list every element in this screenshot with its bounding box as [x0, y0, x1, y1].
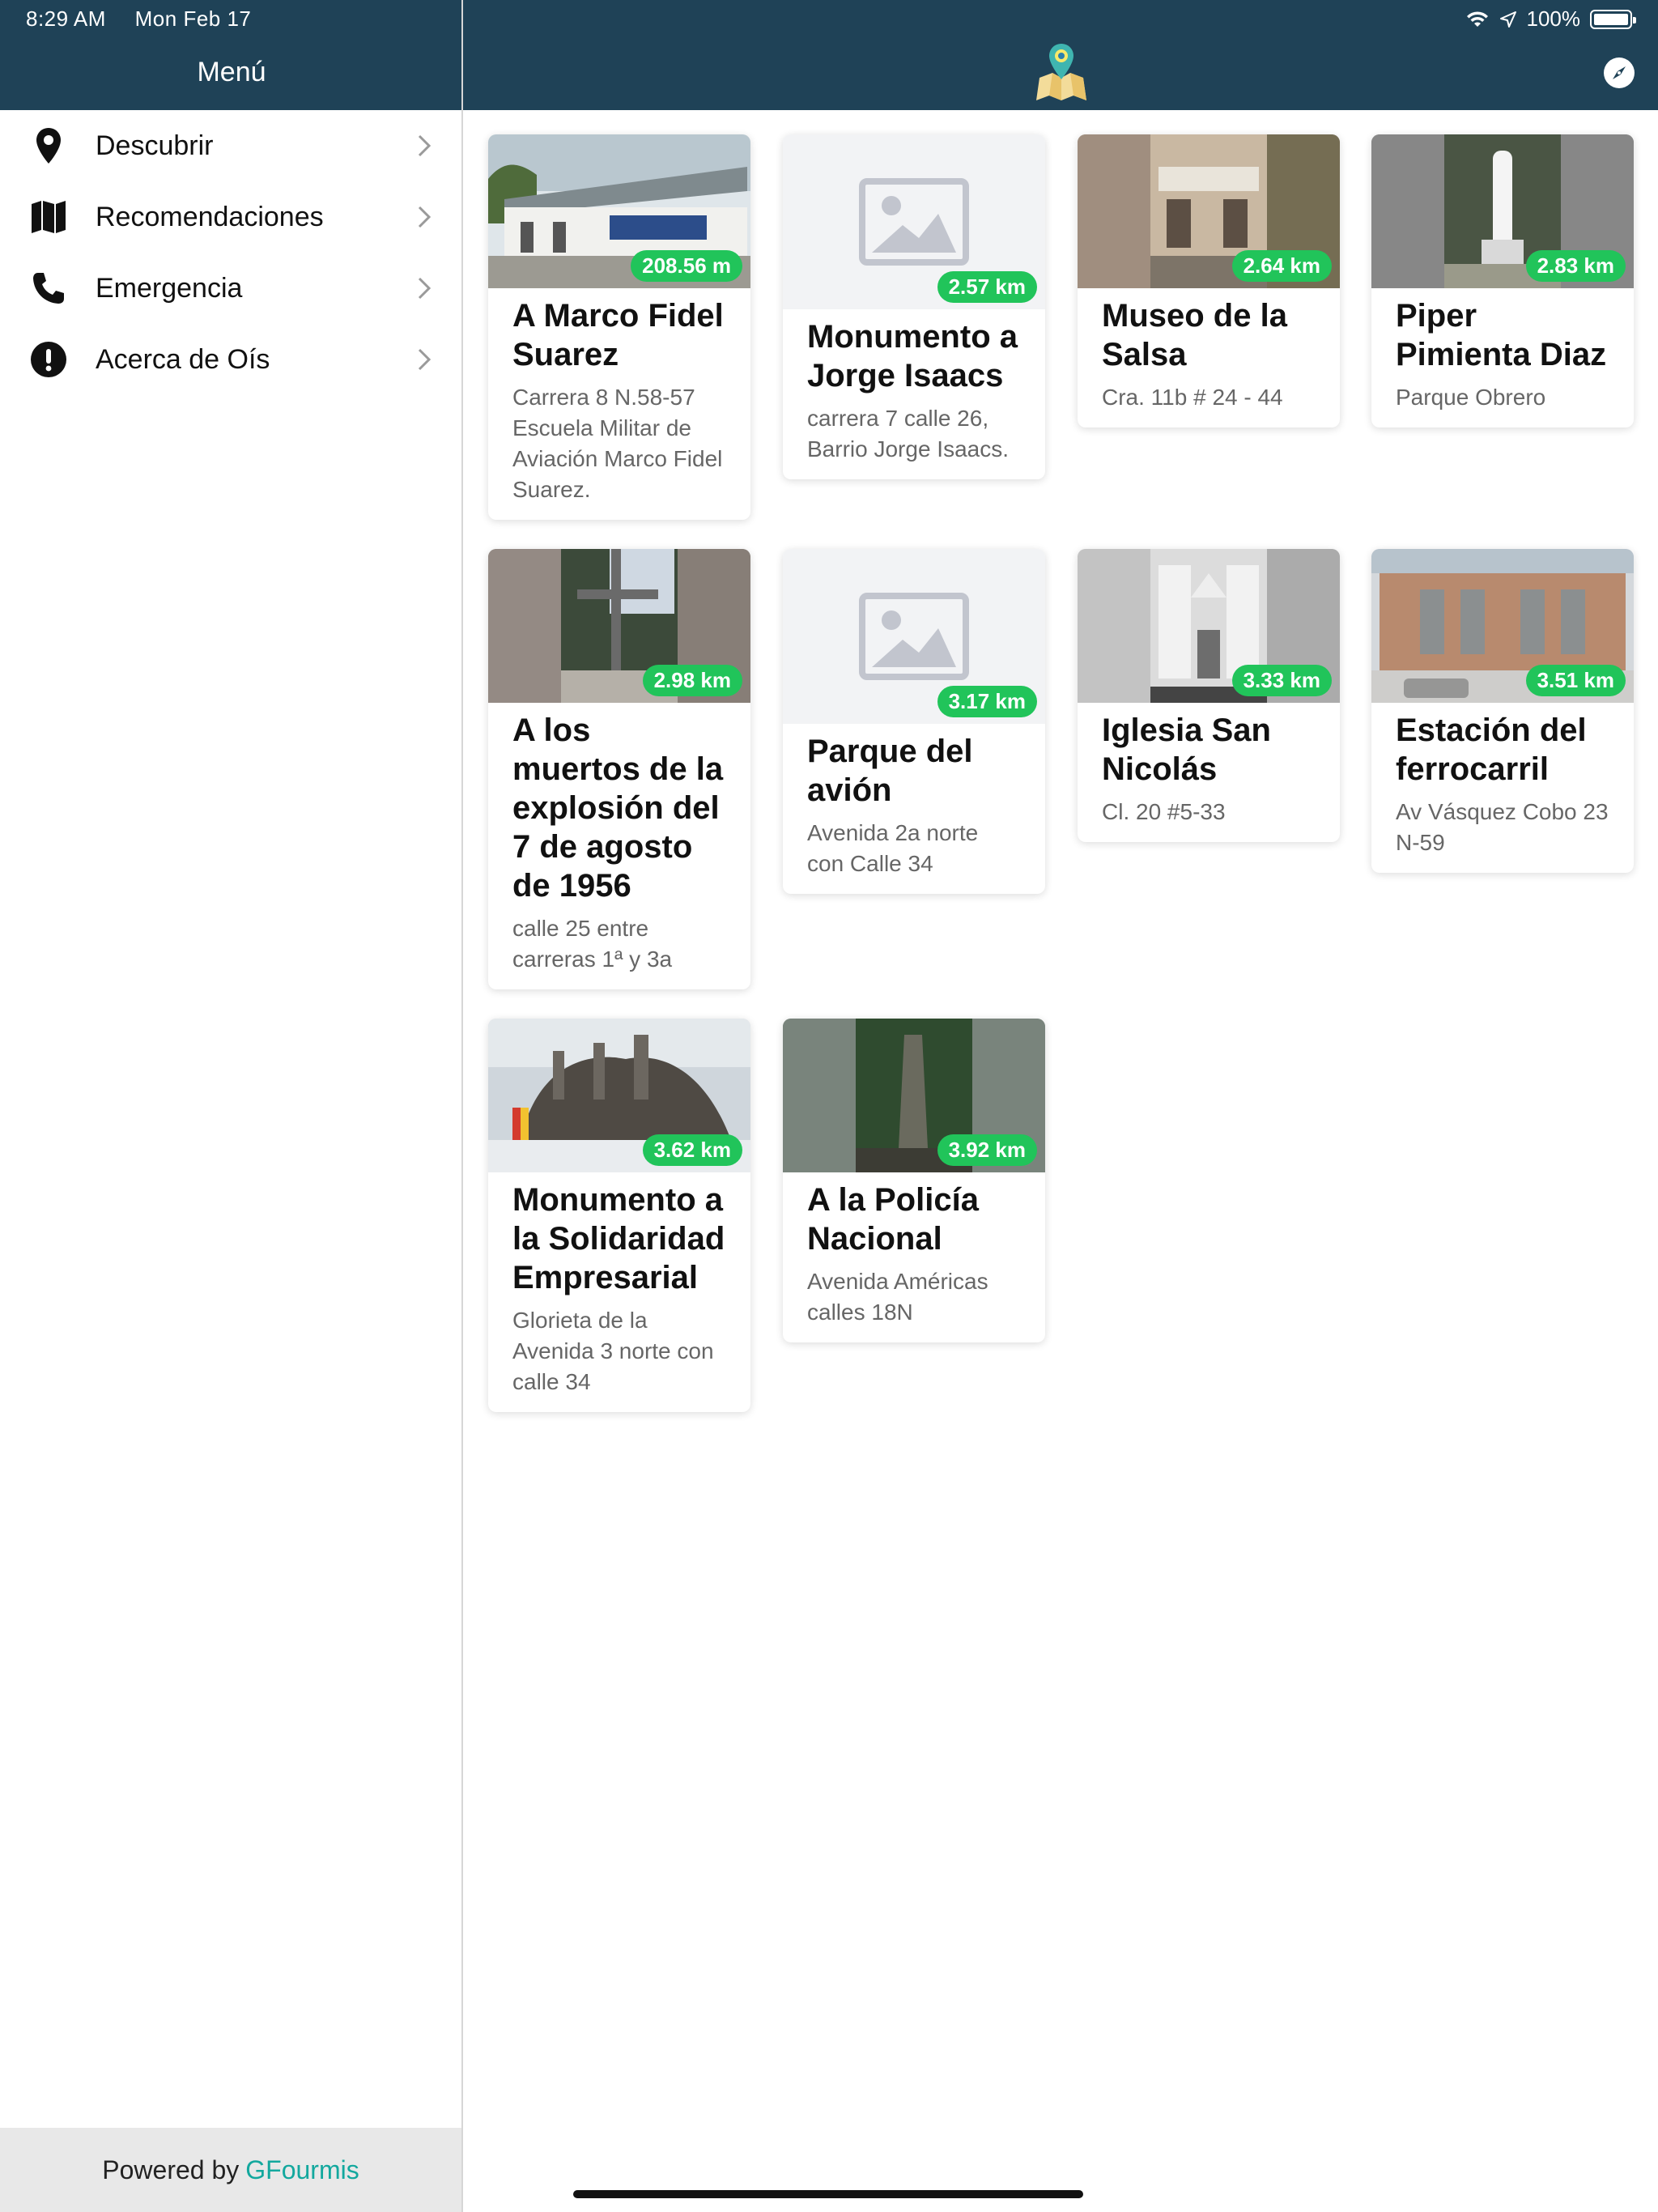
menu-list: Descubrir Recomendaciones Emergencia Ace… [0, 110, 461, 395]
menu-item-acerca[interactable]: Acerca de Oís [0, 324, 461, 395]
location-arrow-icon [1499, 11, 1516, 28]
app-logo-icon [1036, 44, 1086, 100]
menu-item-recomendaciones[interactable]: Recomendaciones [0, 181, 461, 253]
place-photo: 2.98 km [488, 549, 750, 703]
place-address: Avenida Américas calles 18N [807, 1269, 988, 1325]
place-address: Parque Obrero [1396, 385, 1546, 410]
place-title: A Marco Fidel Suarez [512, 298, 724, 372]
menu-item-label: Recomendaciones [96, 201, 324, 232]
place-title: Piper Pimienta Diaz [1396, 298, 1607, 372]
chevron-right-icon [418, 134, 432, 157]
chevron-right-icon [418, 206, 432, 228]
gfourmis-link[interactable]: GFourmis [245, 2155, 359, 2185]
place-photo: 2.64 km [1078, 134, 1340, 288]
place-card[interactable]: 208.56 m A Marco Fidel Suarez Carrera 8 … [488, 134, 750, 520]
place-photo: 3.62 km [488, 1019, 750, 1172]
distance-badge: 3.92 km [937, 1134, 1037, 1166]
place-card[interactable]: 3.92 km A la Policía Nacional Avenida Am… [783, 1019, 1045, 1342]
menu-item-label: Emergencia [96, 272, 243, 304]
distance-badge: 2.83 km [1525, 250, 1626, 282]
place-photo: 3.51 km [1371, 549, 1634, 703]
screen: 8:29 AM Mon Feb 17 100% Menú Descubrir R… [0, 0, 1658, 2212]
powered-by-footer: Powered by GFourmis [0, 2128, 461, 2212]
distance-badge: 208.56 m [631, 250, 742, 282]
place-card[interactable]: 2.98 km A los muertos de la explosión de… [488, 549, 750, 989]
map-icon [29, 198, 68, 236]
info-alert-icon [29, 340, 68, 379]
place-address: carrera 7 calle 26, Barrio Jorge Isaacs. [807, 406, 1009, 462]
distance-badge: 3.17 km [937, 686, 1037, 717]
distance-badge: 3.33 km [1231, 665, 1332, 696]
place-photo: 208.56 m [488, 134, 750, 288]
place-title: Monumento a Jorge Isaacs [807, 319, 1018, 393]
place-address: Av Vásquez Cobo 23 N-59 [1396, 799, 1609, 855]
distance-badge: 2.64 km [1231, 250, 1332, 282]
battery-percent: 100% [1526, 6, 1581, 31]
place-title: Monumento a la Solidaridad Empresarial [512, 1182, 725, 1295]
battery-icon [1590, 9, 1636, 29]
place-card[interactable]: 3.33 km Iglesia San Nicolás Cl. 20 #5-33 [1078, 549, 1340, 842]
place-address: Glorieta de la Avenida 3 norte con calle… [512, 1308, 714, 1394]
place-photo: 2.83 km [1371, 134, 1634, 288]
menu-item-emergencia[interactable]: Emergencia [0, 253, 461, 324]
chevron-right-icon [418, 277, 432, 300]
place-title: Parque del avión [807, 734, 973, 808]
place-card[interactable]: 3.62 km Monumento a la Solidaridad Empre… [488, 1019, 750, 1412]
place-address: Cl. 20 #5-33 [1102, 799, 1226, 824]
place-card[interactable]: 2.64 km Museo de la Salsa Cra. 11b # 24 … [1078, 134, 1340, 428]
menu-item-label: Acerca de Oís [96, 343, 270, 375]
image-placeholder-icon [859, 593, 969, 680]
place-title: Iglesia San Nicolás [1102, 713, 1271, 787]
place-photo-placeholder: 2.57 km [783, 134, 1045, 309]
distance-badge: 2.98 km [642, 665, 742, 696]
compass-icon[interactable] [1603, 57, 1635, 89]
place-address: Avenida 2a norte con Calle 34 [807, 820, 979, 876]
place-card[interactable]: 2.83 km Piper Pimienta Diaz Parque Obrer… [1371, 134, 1634, 428]
place-title: Museo de la Salsa [1102, 298, 1287, 372]
phone-icon [29, 269, 68, 308]
place-card[interactable]: 3.17 km Parque del avión Avenida 2a nort… [783, 549, 1045, 894]
wifi-icon [1466, 11, 1488, 27]
place-photo: 3.92 km [783, 1019, 1045, 1172]
place-address: calle 25 entre carreras 1ª y 3a [512, 916, 673, 972]
place-photo-placeholder: 3.17 km [783, 549, 1045, 724]
map-pin-icon [29, 126, 68, 165]
place-card[interactable]: 2.57 km Monumento a Jorge Isaacs carrera… [783, 134, 1045, 479]
chevron-right-icon [418, 348, 432, 371]
place-title: A la Policía Nacional [807, 1182, 979, 1257]
place-photo: 3.33 km [1078, 549, 1340, 703]
menu-item-label: Descubrir [96, 130, 214, 161]
image-placeholder-icon [859, 178, 969, 266]
menu-title: Menú [197, 57, 266, 87]
place-address: Cra. 11b # 24 - 44 [1102, 385, 1283, 410]
distance-badge: 2.57 km [937, 271, 1037, 303]
status-bar-right: 100% [1465, 6, 1636, 32]
place-title: A los muertos de la explosión del 7 de a… [512, 713, 724, 904]
home-indicator[interactable] [573, 2190, 1083, 2198]
place-card[interactable]: 3.51 km Estación del ferrocarril Av Vásq… [1371, 549, 1634, 873]
sidebar: Menú Descubrir Recomendaciones Emergenci… [0, 0, 463, 2212]
powered-by-text: Powered by [102, 2155, 240, 2184]
distance-badge: 3.62 km [642, 1134, 742, 1166]
place-title: Estación del ferrocarril [1396, 713, 1587, 787]
distance-badge: 3.51 km [1525, 665, 1626, 696]
menu-item-descubrir[interactable]: Descubrir [0, 110, 461, 181]
place-address: Carrera 8 N.58-57 Escuela Militar de Avi… [512, 385, 723, 502]
